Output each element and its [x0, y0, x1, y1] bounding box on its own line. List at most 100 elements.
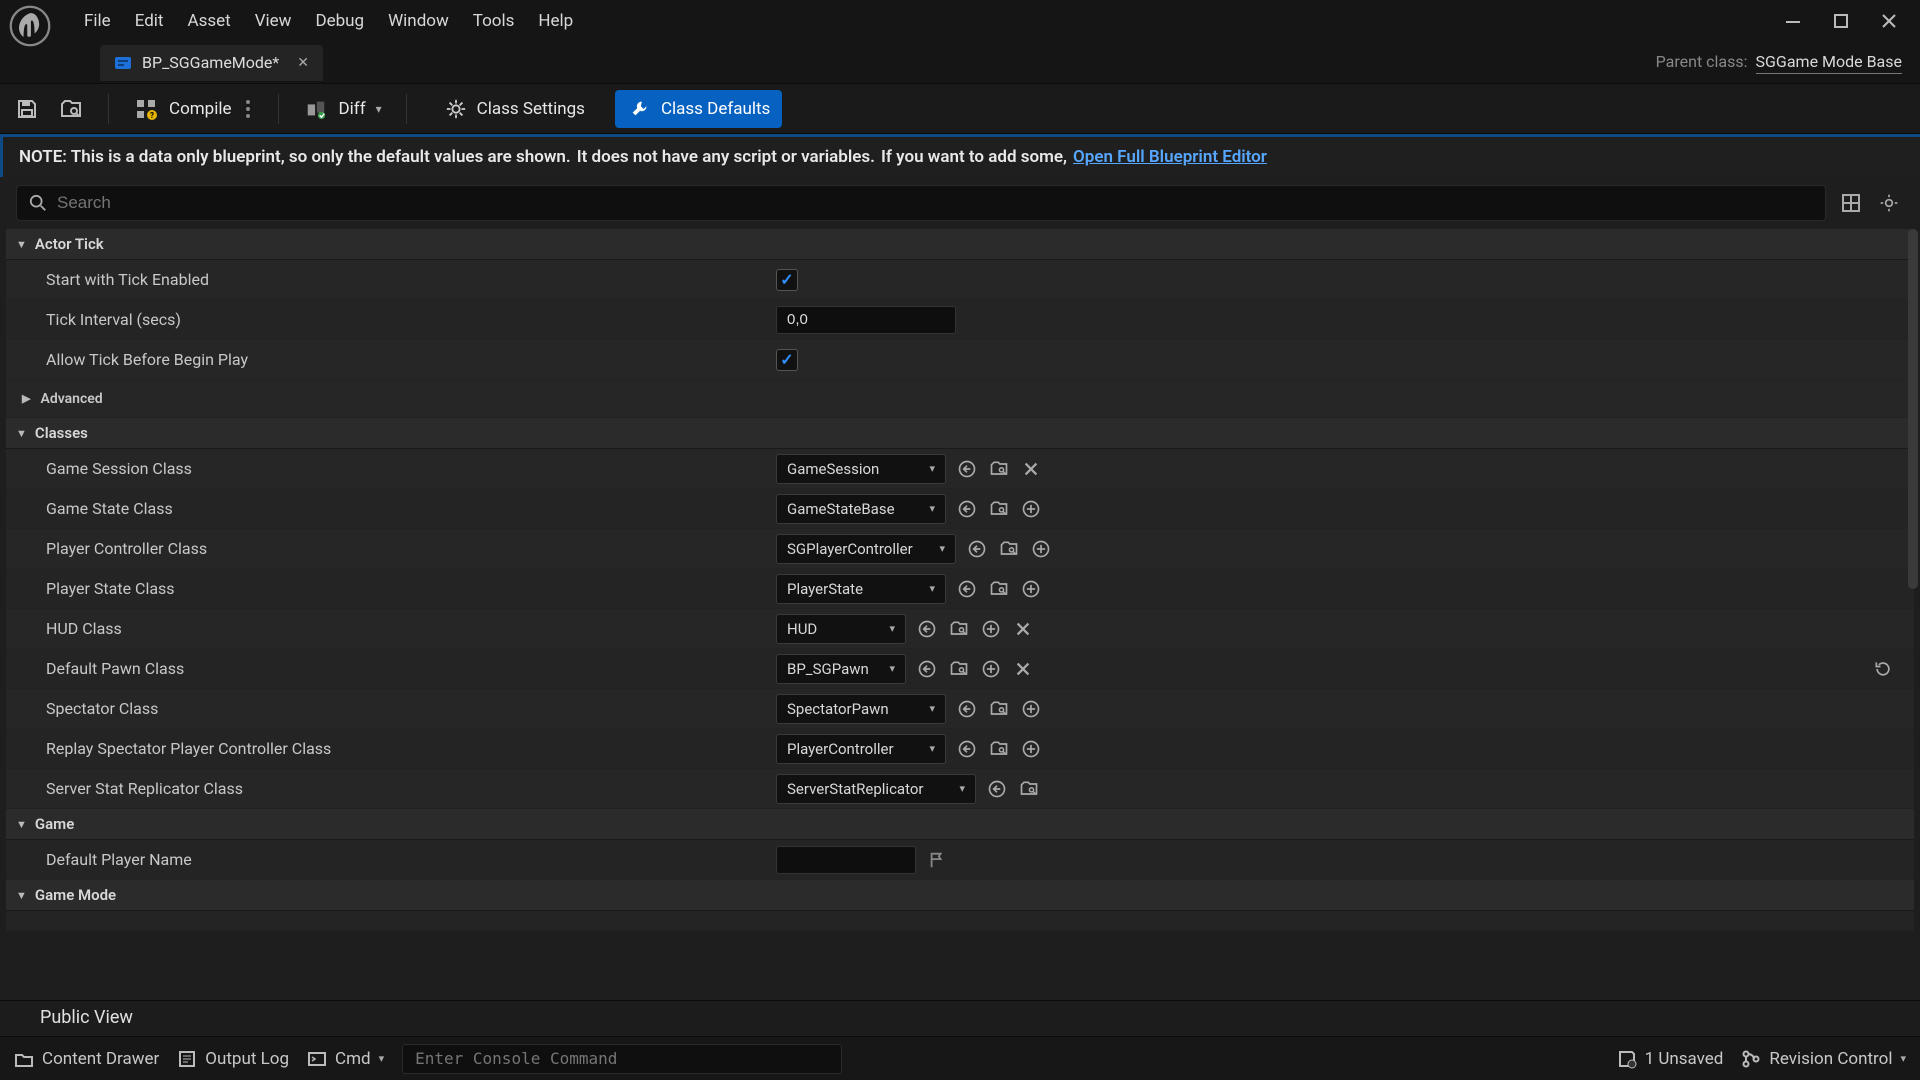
menu-view[interactable]: View [255, 11, 292, 31]
add-icon[interactable] [1020, 578, 1042, 600]
menu-asset[interactable]: Asset [187, 11, 230, 31]
search-box[interactable] [16, 185, 1826, 221]
chevron-down-icon: ▾ [929, 582, 935, 595]
chevron-down-icon: ▾ [929, 702, 935, 715]
add-icon[interactable] [980, 658, 1002, 680]
revert-icon[interactable] [1872, 658, 1894, 680]
use-icon[interactable] [956, 458, 978, 480]
clear-icon[interactable] [1012, 658, 1034, 680]
class-settings-button[interactable]: Class Settings [431, 90, 597, 128]
grid-view-icon[interactable] [1836, 188, 1866, 218]
tab-title: BP_SGGameMode* [142, 53, 279, 72]
drawer-icon [14, 1049, 34, 1069]
save-icon[interactable] [14, 96, 40, 122]
category-game[interactable]: ▼ Game [6, 809, 1914, 840]
checkbox[interactable]: ✓ [776, 269, 798, 291]
class-defaults-button[interactable]: Class Defaults [615, 90, 782, 128]
menu-tools[interactable]: Tools [473, 11, 515, 31]
open-full-editor-link[interactable]: Open Full Blueprint Editor [1073, 147, 1267, 167]
scrollbar[interactable] [1908, 229, 1918, 589]
browse-icon[interactable] [58, 96, 84, 122]
minimize-icon[interactable] [1780, 8, 1806, 34]
compile-label: Compile [169, 99, 232, 119]
menu-edit[interactable]: Edit [135, 11, 164, 31]
cmd-dropdown[interactable]: Cmd ▾ [307, 1049, 384, 1069]
settings-gear-icon[interactable] [1874, 188, 1904, 218]
close-icon[interactable] [1876, 8, 1902, 34]
row-replay_spectator: Replay Spectator Player Controller Class… [6, 729, 1914, 769]
parent-class-value[interactable]: SGGame Mode Base [1756, 52, 1902, 74]
category-game-mode[interactable]: ▼ Game Mode [6, 880, 1914, 911]
wrench-icon [627, 96, 653, 122]
number-input[interactable] [776, 306, 956, 334]
tab-close-icon[interactable]: ✕ [297, 55, 309, 71]
checkbox[interactable]: ✓ [776, 349, 798, 371]
row-advanced[interactable]: ▶ Advanced [6, 380, 1914, 418]
browse-icon[interactable] [1018, 778, 1040, 800]
class-dropdown[interactable]: PlayerState ▾ [776, 574, 946, 604]
class-dropdown[interactable]: SGPlayerController ▾ [776, 534, 956, 564]
browse-icon[interactable] [998, 538, 1020, 560]
revision-control-button[interactable]: Revision Control ▾ [1741, 1049, 1906, 1069]
content-drawer-button[interactable]: Content Drawer [14, 1049, 159, 1069]
menu-debug[interactable]: Debug [315, 11, 364, 31]
prop-label: HUD Class [6, 619, 766, 638]
class-dropdown[interactable]: GameStateBase ▾ [776, 494, 946, 524]
browse-icon[interactable] [988, 698, 1010, 720]
diff-button[interactable]: Diff ▾ [303, 96, 382, 122]
tab-blueprint[interactable]: BP_SGGameMode* ✕ [100, 45, 323, 81]
menubar: File Edit Asset View Debug Window Tools … [0, 0, 1920, 42]
save-warning-icon [1617, 1049, 1637, 1069]
parent-class-label: Parent class: [1656, 52, 1748, 71]
class-dropdown[interactable]: BP_SGPawn ▾ [776, 654, 906, 684]
browse-icon[interactable] [988, 498, 1010, 520]
console-input[interactable] [402, 1044, 842, 1074]
use-icon[interactable] [986, 778, 1008, 800]
note-text-a: NOTE: This is a data only blueprint, so … [19, 147, 571, 167]
compile-icon: ? [133, 96, 159, 122]
class-dropdown[interactable]: SpectatorPawn ▾ [776, 694, 946, 724]
unsaved-button[interactable]: 1 Unsaved [1617, 1049, 1724, 1069]
use-icon[interactable] [956, 498, 978, 520]
details-panel[interactable]: ▼ Actor Tick Start with Tick Enabled ✓ T… [0, 229, 1920, 1000]
use-icon[interactable] [956, 738, 978, 760]
use-icon[interactable] [956, 578, 978, 600]
text-input[interactable] [776, 846, 916, 874]
add-icon[interactable] [1020, 698, 1042, 720]
menu-window[interactable]: Window [388, 11, 449, 31]
compile-options-icon[interactable] [242, 96, 254, 122]
use-icon[interactable] [916, 618, 938, 640]
maximize-icon[interactable] [1828, 8, 1854, 34]
class-dropdown[interactable]: ServerStatReplicator ▾ [776, 774, 976, 804]
class-dropdown[interactable]: HUD ▾ [776, 614, 906, 644]
use-icon[interactable] [956, 698, 978, 720]
menu-file[interactable]: File [84, 11, 111, 31]
clear-icon[interactable] [1020, 458, 1042, 480]
compile-button[interactable]: ? Compile [133, 96, 254, 122]
note-text-c: If you want to add some, [881, 147, 1067, 167]
clear-icon[interactable] [1012, 618, 1034, 640]
class-dropdown[interactable]: PlayerController ▾ [776, 734, 946, 764]
add-icon[interactable] [1020, 738, 1042, 760]
category-actor-tick[interactable]: ▼ Actor Tick [6, 229, 1914, 260]
add-icon[interactable] [1020, 498, 1042, 520]
browse-icon[interactable] [948, 658, 970, 680]
browse-icon[interactable] [988, 738, 1010, 760]
public-view-label[interactable]: Public View [0, 1000, 1920, 1036]
output-log-button[interactable]: Output Log [177, 1049, 289, 1069]
flag-icon[interactable] [926, 849, 948, 871]
category-classes[interactable]: ▼ Classes [6, 418, 1914, 449]
browse-icon[interactable] [948, 618, 970, 640]
menu-help[interactable]: Help [538, 11, 573, 31]
browse-icon[interactable] [988, 578, 1010, 600]
add-icon[interactable] [1030, 538, 1052, 560]
content-drawer-label: Content Drawer [42, 1049, 159, 1069]
blueprint-icon [114, 54, 132, 72]
use-icon[interactable] [966, 538, 988, 560]
search-input[interactable] [57, 193, 1813, 213]
dropdown-value: ServerStatReplicator [787, 780, 924, 798]
add-icon[interactable] [980, 618, 1002, 640]
use-icon[interactable] [916, 658, 938, 680]
browse-icon[interactable] [988, 458, 1010, 480]
class-dropdown[interactable]: GameSession ▾ [776, 454, 946, 484]
